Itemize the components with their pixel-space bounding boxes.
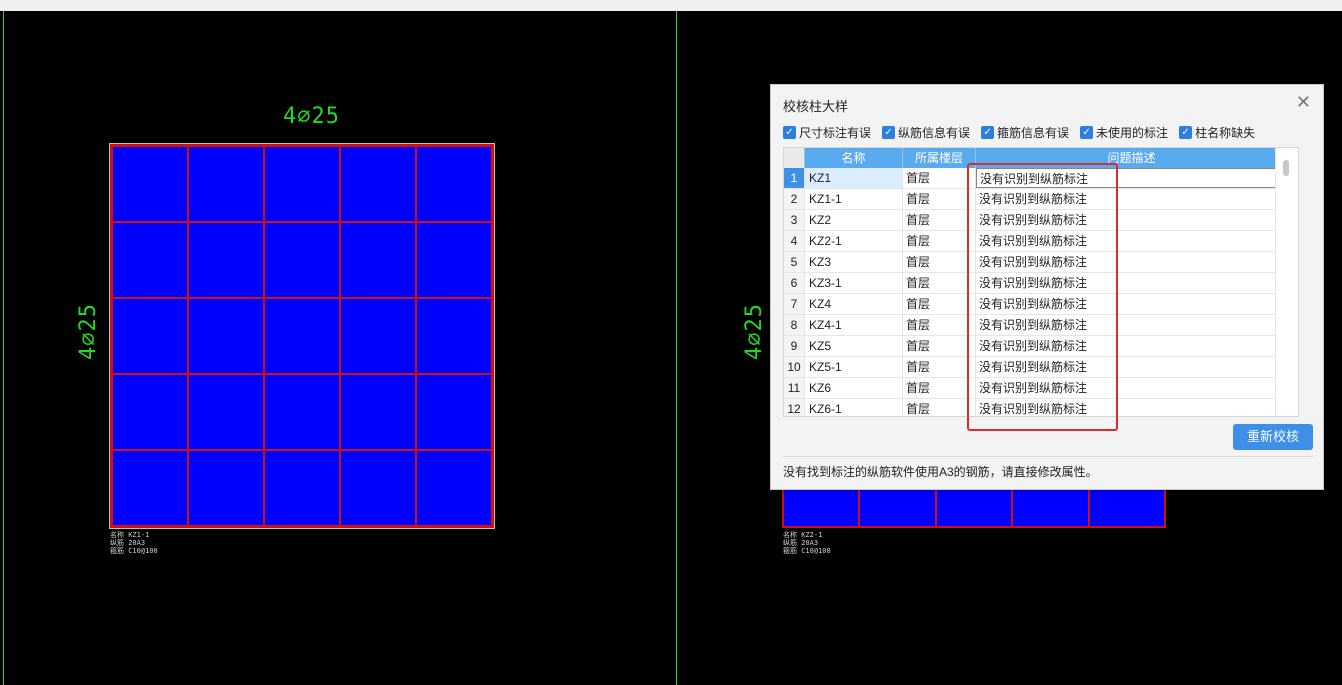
side-rebar-label: 4⌀25 xyxy=(76,303,101,360)
info-line: 名称 KZ2-1 xyxy=(783,531,823,539)
row-index: 6 xyxy=(784,273,805,293)
info-line: 纵筋 20A3 xyxy=(110,539,146,547)
filter-label: 尺寸标注有误 xyxy=(799,125,872,140)
cell-floor[interactable]: 首层 xyxy=(903,378,976,398)
row-index: 8 xyxy=(784,315,805,335)
recheck-button[interactable]: 重新校核 xyxy=(1233,424,1313,450)
close-icon[interactable]: ✕ xyxy=(1296,93,1311,111)
cell-name[interactable]: KZ2 xyxy=(805,210,903,230)
checkbox-checked-icon[interactable]: ✓ xyxy=(981,125,995,139)
filter-label: 未使用的标注 xyxy=(1096,125,1169,140)
filter-unused-annotation[interactable]: ✓ 未使用的标注 xyxy=(1080,124,1168,140)
cell-name[interactable]: KZ6-1 xyxy=(805,399,903,416)
check-column-detail-dialog: 校核柱大样 ✕ ✓ 尺寸标注有误 ✓ 纵筋信息有误 ✓ 箍筋信息有误 ✓ 未使用的标注 … xyxy=(770,84,1324,490)
cell-floor[interactable]: 首层 xyxy=(903,210,976,230)
cell-name[interactable]: KZ4-1 xyxy=(805,315,903,335)
cell-floor[interactable]: 首层 xyxy=(903,336,976,356)
cell-floor[interactable]: 首层 xyxy=(903,294,976,314)
row-index: 11 xyxy=(784,378,805,398)
filter-longitudinal-error[interactable]: ✓ 纵筋信息有误 xyxy=(882,124,970,140)
header-floor[interactable]: 所属楼层 xyxy=(903,148,976,168)
dialog-title: 校核柱大样 xyxy=(783,99,849,114)
row-index: 10 xyxy=(784,357,805,377)
filter-label: 纵筋信息有误 xyxy=(898,125,971,140)
checkbox-checked-icon[interactable]: ✓ xyxy=(1179,125,1193,139)
cell-floor[interactable]: 首层 xyxy=(903,189,976,209)
cell-floor[interactable]: 首层 xyxy=(903,399,976,416)
filter-label: 箍筋信息有误 xyxy=(997,125,1070,140)
info-line: 名称 KZ1-1 xyxy=(110,531,150,539)
divider xyxy=(783,456,1313,457)
cell-floor[interactable]: 首层 xyxy=(903,357,976,377)
side-rebar-label-right: 4⌀25 xyxy=(742,303,767,360)
cell-name[interactable]: KZ1-1 xyxy=(805,189,903,209)
row-index: 4 xyxy=(784,231,805,251)
info-line: 纵筋 20A3 xyxy=(783,539,819,547)
viewport-border-left xyxy=(3,11,4,685)
cell-floor[interactable]: 首层 xyxy=(903,315,976,335)
row-index: 3 xyxy=(784,210,805,230)
header-name[interactable]: 名称 xyxy=(805,148,903,168)
checkbox-checked-icon[interactable]: ✓ xyxy=(882,125,896,139)
cell-name[interactable]: KZ5 xyxy=(805,336,903,356)
checkbox-checked-icon[interactable]: ✓ xyxy=(1080,125,1094,139)
header-index xyxy=(784,148,805,168)
column-section-grid[interactable] xyxy=(110,144,494,528)
info-line: 箍筋 C10@100 xyxy=(110,547,158,555)
filter-label: 柱名称缺失 xyxy=(1195,125,1256,140)
highlight-annotation-box xyxy=(967,163,1118,431)
row-index: 5 xyxy=(784,252,805,272)
hint-text: 没有找到标注的纵筋软件使用A3的钢筋，请直接修改属性。 xyxy=(783,465,1098,479)
filter-dimension-error[interactable]: ✓ 尺寸标注有误 xyxy=(783,124,871,140)
cell-name[interactable]: KZ6 xyxy=(805,378,903,398)
cell-floor[interactable]: 首层 xyxy=(903,273,976,293)
viewport-divider xyxy=(676,11,677,685)
cell-floor[interactable]: 首层 xyxy=(903,252,976,272)
scrollbar-thumb[interactable] xyxy=(1283,160,1289,176)
cell-name[interactable]: KZ2-1 xyxy=(805,231,903,251)
info-line: 箍筋 C10@100 xyxy=(783,547,831,555)
row-index: 7 xyxy=(784,294,805,314)
vertical-scrollbar[interactable] xyxy=(1275,148,1298,416)
row-index: 9 xyxy=(784,336,805,356)
column-info-text-right: 名称 KZ2-1 纵筋 20A3 箍筋 C10@100 xyxy=(783,531,831,555)
column-section-grid-right[interactable] xyxy=(782,488,1166,528)
cell-floor[interactable]: 首层 xyxy=(903,168,976,188)
cell-floor[interactable]: 首层 xyxy=(903,231,976,251)
column-info-text: 名称 KZ1-1 纵筋 20A3 箍筋 C10@100 xyxy=(110,531,158,555)
cell-name[interactable]: KZ4 xyxy=(805,294,903,314)
row-index: 2 xyxy=(784,189,805,209)
top-bar xyxy=(0,0,1342,11)
cell-name[interactable]: KZ3-1 xyxy=(805,273,903,293)
top-rebar-label: 4⌀25 xyxy=(283,104,340,129)
cell-name[interactable]: KZ3 xyxy=(805,252,903,272)
filter-checkboxes: ✓ 尺寸标注有误 ✓ 纵筋信息有误 ✓ 箍筋信息有误 ✓ 未使用的标注 ✓ 柱名称缺失 xyxy=(783,124,1266,140)
row-index: 1 xyxy=(784,168,805,188)
row-index: 12 xyxy=(784,399,805,416)
filter-stirrup-error[interactable]: ✓ 箍筋信息有误 xyxy=(981,124,1069,140)
checkbox-checked-icon[interactable]: ✓ xyxy=(783,125,796,139)
cell-name[interactable]: KZ5-1 xyxy=(805,357,903,377)
filter-missing-name[interactable]: ✓ 柱名称缺失 xyxy=(1179,124,1255,140)
cell-name[interactable]: KZ1 xyxy=(805,168,903,188)
